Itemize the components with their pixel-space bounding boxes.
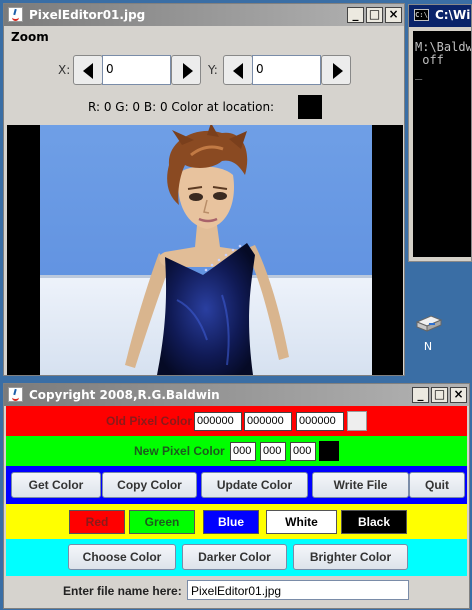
old-green-field[interactable]: 000000 [244, 412, 292, 431]
old-blue-field[interactable]: 000000 [296, 412, 344, 431]
old-color-swatch [347, 411, 367, 431]
file-name-label: Enter file name here: [63, 584, 182, 598]
console-title: C:\Win [435, 8, 471, 22]
new-pixel-color-row: New Pixel Color 000 000 000 [6, 436, 467, 466]
maximize-button[interactable]: □ [366, 7, 383, 23]
close-button[interactable]: × [385, 7, 402, 23]
darker-color-button[interactable]: Darker Color [182, 544, 287, 570]
old-pixel-color-row: Old Pixel Color 000000 000000 000000 [6, 406, 467, 436]
choose-color-button[interactable]: Choose Color [68, 544, 176, 570]
black-color-button[interactable]: Black [341, 510, 407, 534]
adjust-color-row: Choose Color Darker Color Brighter Color [6, 539, 467, 576]
controls-title: Copyright 2008,R.G.Baldwin [29, 388, 220, 402]
rgb-readout: R: 0 G: 0 B: 0 Color at location: [88, 100, 275, 114]
y-increment-button[interactable] [321, 55, 351, 85]
white-color-button[interactable]: White [266, 510, 337, 534]
x-decrement-button[interactable] [73, 55, 103, 85]
copy-color-button[interactable]: Copy Color [102, 472, 197, 498]
pixel-editor-window: PixelEditor01.jpg _ □ × Zoom X: 0 Y: 0 R… [3, 3, 405, 376]
console-icon: C:\ [414, 9, 429, 21]
new-blue-field[interactable]: 000 [290, 442, 316, 461]
minimize-button[interactable]: _ [347, 7, 364, 23]
controls-titlebar[interactable]: Copyright 2008,R.G.Baldwin _ □ × [4, 384, 469, 406]
x-label: X: [58, 63, 71, 77]
console-titlebar[interactable]: C:\ C:\Win [409, 5, 471, 27]
new-green-field[interactable]: 000 [260, 442, 286, 461]
color-control-window: Copyright 2008,R.G.Baldwin _ □ × Old Pix… [3, 383, 470, 609]
preset-color-row: Red Green Blue White Black [6, 504, 467, 539]
left-arrow-icon [83, 63, 93, 79]
desktop-shortcut-icon[interactable]: N [410, 314, 446, 353]
java-cup-icon [8, 387, 23, 402]
red-color-button[interactable]: Red [69, 510, 125, 534]
new-pixel-color-label: New Pixel Color [134, 444, 225, 458]
right-arrow-icon [333, 63, 343, 79]
close-button[interactable]: × [450, 387, 467, 403]
java-cup-icon [8, 7, 23, 22]
console-window[interactable]: C:\ C:\Win M:\Baldw off _ [408, 4, 472, 262]
y-coordinate-field[interactable]: 0 [252, 55, 321, 85]
file-name-input[interactable]: PixelEditor01.jpg [187, 580, 409, 600]
blue-color-button[interactable]: Blue [203, 510, 259, 534]
minimize-button[interactable]: _ [412, 387, 429, 403]
console-output: M:\Baldw off _ [413, 31, 471, 257]
editor-titlebar[interactable]: PixelEditor01.jpg _ □ × [4, 4, 404, 26]
right-arrow-icon [183, 63, 193, 79]
brighter-color-button[interactable]: Brighter Color [293, 544, 408, 570]
x-increment-button[interactable] [171, 55, 201, 85]
network-drive-icon [413, 314, 443, 334]
y-decrement-button[interactable] [223, 55, 253, 85]
new-color-swatch [319, 441, 339, 461]
green-color-button[interactable]: Green [129, 510, 195, 534]
file-name-row: Enter file name here: PixelEditor01.jpg [6, 576, 467, 606]
old-pixel-color-label: Old Pixel Color [106, 414, 193, 428]
maximize-button[interactable]: □ [431, 387, 448, 403]
location-color-swatch [298, 95, 322, 119]
editor-title: PixelEditor01.jpg [29, 8, 146, 22]
left-arrow-icon [233, 63, 243, 79]
write-file-button[interactable]: Write File [312, 472, 409, 498]
character-image [40, 125, 372, 375]
old-red-field[interactable]: 000000 [194, 412, 242, 431]
new-red-field[interactable]: 000 [230, 442, 256, 461]
update-color-button[interactable]: Update Color [201, 472, 308, 498]
y-label: Y: [208, 63, 218, 77]
desktop-icon-label: N [423, 340, 433, 353]
action-button-row: Get Color Copy Color Update Color Write … [6, 466, 467, 504]
menu-zoom[interactable]: Zoom [11, 30, 49, 44]
x-coordinate-field[interactable]: 0 [102, 55, 171, 85]
get-color-button[interactable]: Get Color [11, 472, 101, 498]
menu-bar: Zoom [4, 26, 404, 46]
quit-button[interactable]: Quit [409, 472, 465, 498]
image-canvas[interactable] [7, 125, 403, 375]
